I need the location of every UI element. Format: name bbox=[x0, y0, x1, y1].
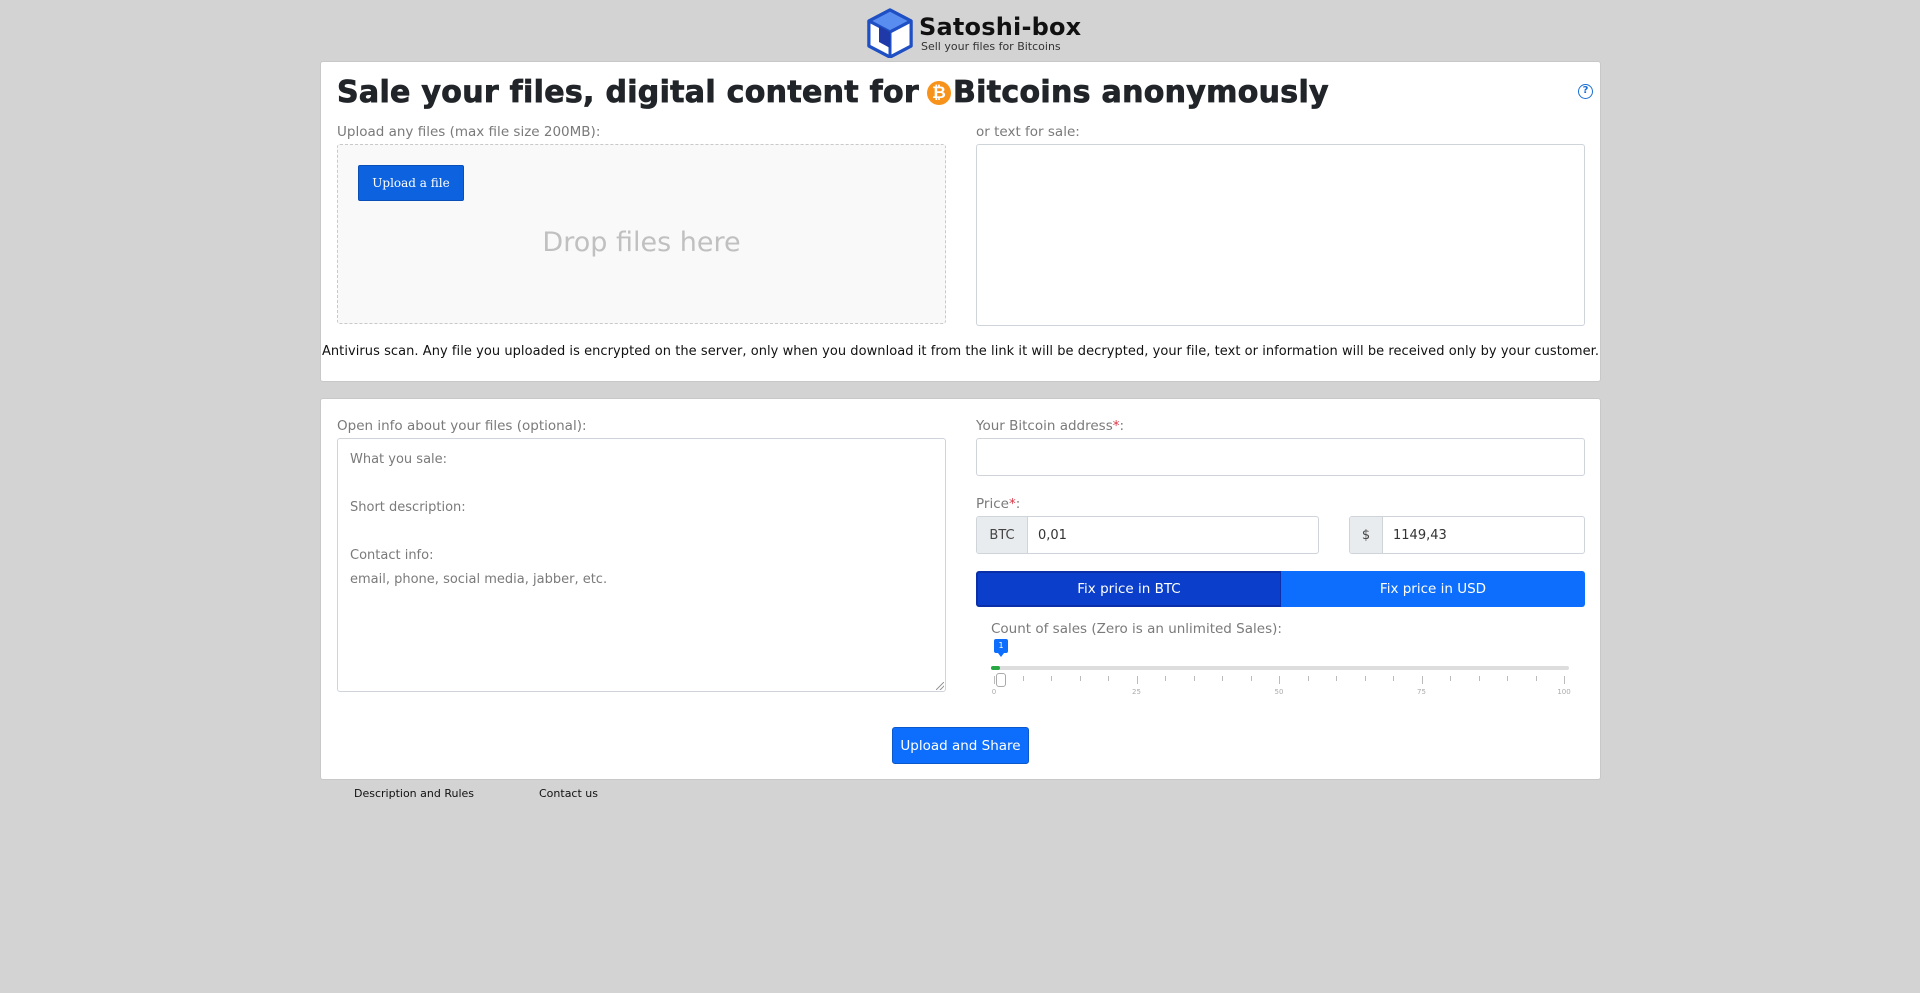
slider-tick-label: 75 bbox=[1417, 688, 1426, 696]
brand-tagline: Sell your files for Bitcoins bbox=[921, 39, 1061, 53]
slider-tick-label: 50 bbox=[1274, 688, 1284, 696]
slider-tick-label: 0 bbox=[991, 688, 997, 696]
slider-tick bbox=[1364, 676, 1366, 681]
title-suffix: Bitcoins anonymously bbox=[953, 75, 1329, 111]
slider-tick bbox=[1022, 676, 1024, 681]
bitcoin-address-input[interactable] bbox=[976, 438, 1585, 476]
info-what-placeholder: What you sale: bbox=[350, 452, 448, 467]
slider-tick bbox=[1336, 676, 1337, 681]
slider-tick bbox=[1279, 676, 1280, 684]
sales-count-slider[interactable] bbox=[991, 666, 1569, 670]
slider-tick bbox=[1507, 676, 1508, 681]
open-info-label: Open info about your files (optional): bbox=[337, 418, 587, 434]
info-contact-placeholder: Contact info: bbox=[350, 548, 434, 563]
usd-price-group: $ 1149,43 bbox=[1349, 516, 1585, 554]
title-prefix: Sale your files, digital content for bbox=[337, 75, 920, 111]
brand-name: Satoshi-box bbox=[919, 12, 1082, 41]
slider-tick bbox=[1393, 676, 1394, 681]
slider-tick bbox=[1478, 676, 1480, 681]
antivirus-note: Antivirus scan. Any file you uploaded is… bbox=[321, 344, 1600, 359]
info-short-placeholder: Short description: bbox=[350, 500, 466, 515]
btc-price-input[interactable]: 0,01 bbox=[1028, 517, 1318, 553]
resize-grip-icon[interactable] bbox=[936, 682, 944, 690]
brand-text: Satoshi-box Sell your files for Bitcoins bbox=[919, 14, 1081, 53]
upload-file-button[interactable]: Upload a file bbox=[358, 165, 464, 201]
cube-logo-icon bbox=[867, 8, 913, 58]
slider-tick bbox=[1136, 676, 1138, 684]
contact-us-link[interactable]: Contact us bbox=[539, 787, 598, 800]
text-for-sale-textarea[interactable] bbox=[976, 144, 1585, 326]
drop-files-text: Drop files here bbox=[542, 227, 741, 258]
slider-tick bbox=[1222, 676, 1223, 681]
description-rules-link[interactable]: Description and Rules bbox=[354, 787, 474, 800]
bitcoin-icon: ₿ bbox=[927, 81, 952, 105]
slider-tick bbox=[1193, 676, 1195, 681]
open-info-textarea[interactable]: What you sale: Short description: Contac… bbox=[337, 438, 946, 692]
site-header[interactable]: Satoshi-box Sell your files for Bitcoins bbox=[867, 8, 1081, 58]
slider-tick bbox=[1450, 676, 1451, 681]
slider-tick bbox=[1421, 676, 1423, 684]
bitcoin-address-label: Your Bitcoin address*: bbox=[976, 418, 1124, 434]
details-card: Open info about your files (optional): W… bbox=[320, 398, 1601, 780]
slider-fill bbox=[991, 666, 1000, 670]
files-label: Upload any files (max file size 200MB): bbox=[337, 124, 601, 140]
slider-tick bbox=[1051, 676, 1052, 681]
btc-price-group: BTC 0,01 bbox=[976, 516, 1319, 554]
slider-tick-label: 100 bbox=[1557, 688, 1571, 696]
slider-value-bubble: 1 bbox=[994, 639, 1008, 657]
slider-tick bbox=[1307, 676, 1309, 681]
required-mark: * bbox=[1008, 496, 1016, 512]
page-title: Sale your files, digital content for ₿ B… bbox=[337, 74, 1329, 112]
slider-tick bbox=[1535, 676, 1537, 681]
file-dropzone[interactable]: Upload a file Drop files here bbox=[337, 144, 946, 324]
upload-and-share-button[interactable]: Upload and Share bbox=[892, 727, 1029, 764]
address-label-text: Your Bitcoin address bbox=[976, 418, 1113, 434]
fix-price-btc-button[interactable]: Fix price in BTC bbox=[976, 571, 1282, 607]
sales-count-label: Count of sales (Zero is an unlimited Sal… bbox=[991, 621, 1282, 637]
btc-addon: BTC bbox=[977, 517, 1028, 553]
fix-price-usd-button[interactable]: Fix price in USD bbox=[1281, 571, 1585, 607]
slider-handle[interactable] bbox=[996, 673, 1006, 687]
usd-addon: $ bbox=[1350, 517, 1383, 553]
slider-tick bbox=[1108, 676, 1109, 681]
label-colon: : bbox=[1119, 418, 1125, 434]
price-label: Price*: bbox=[976, 496, 1020, 512]
info-contact-hint: email, phone, social media, jabber, etc. bbox=[350, 572, 608, 587]
usd-price-input[interactable]: 1149,43 bbox=[1383, 517, 1584, 553]
slider-tick-label: 25 bbox=[1132, 688, 1141, 696]
slider-tick bbox=[1564, 676, 1565, 684]
slider-tick bbox=[1165, 676, 1166, 681]
slider-tick bbox=[1079, 676, 1081, 681]
help-icon[interactable]: ? bbox=[1578, 84, 1593, 99]
price-label-text: Price bbox=[976, 496, 1009, 512]
slider-tick bbox=[1250, 676, 1252, 681]
label-colon: : bbox=[1015, 496, 1021, 512]
text-sale-label: or text for sale: bbox=[976, 124, 1080, 140]
upload-card: Sale your files, digital content for ₿ B… bbox=[320, 61, 1601, 382]
slider-tick bbox=[994, 676, 995, 684]
